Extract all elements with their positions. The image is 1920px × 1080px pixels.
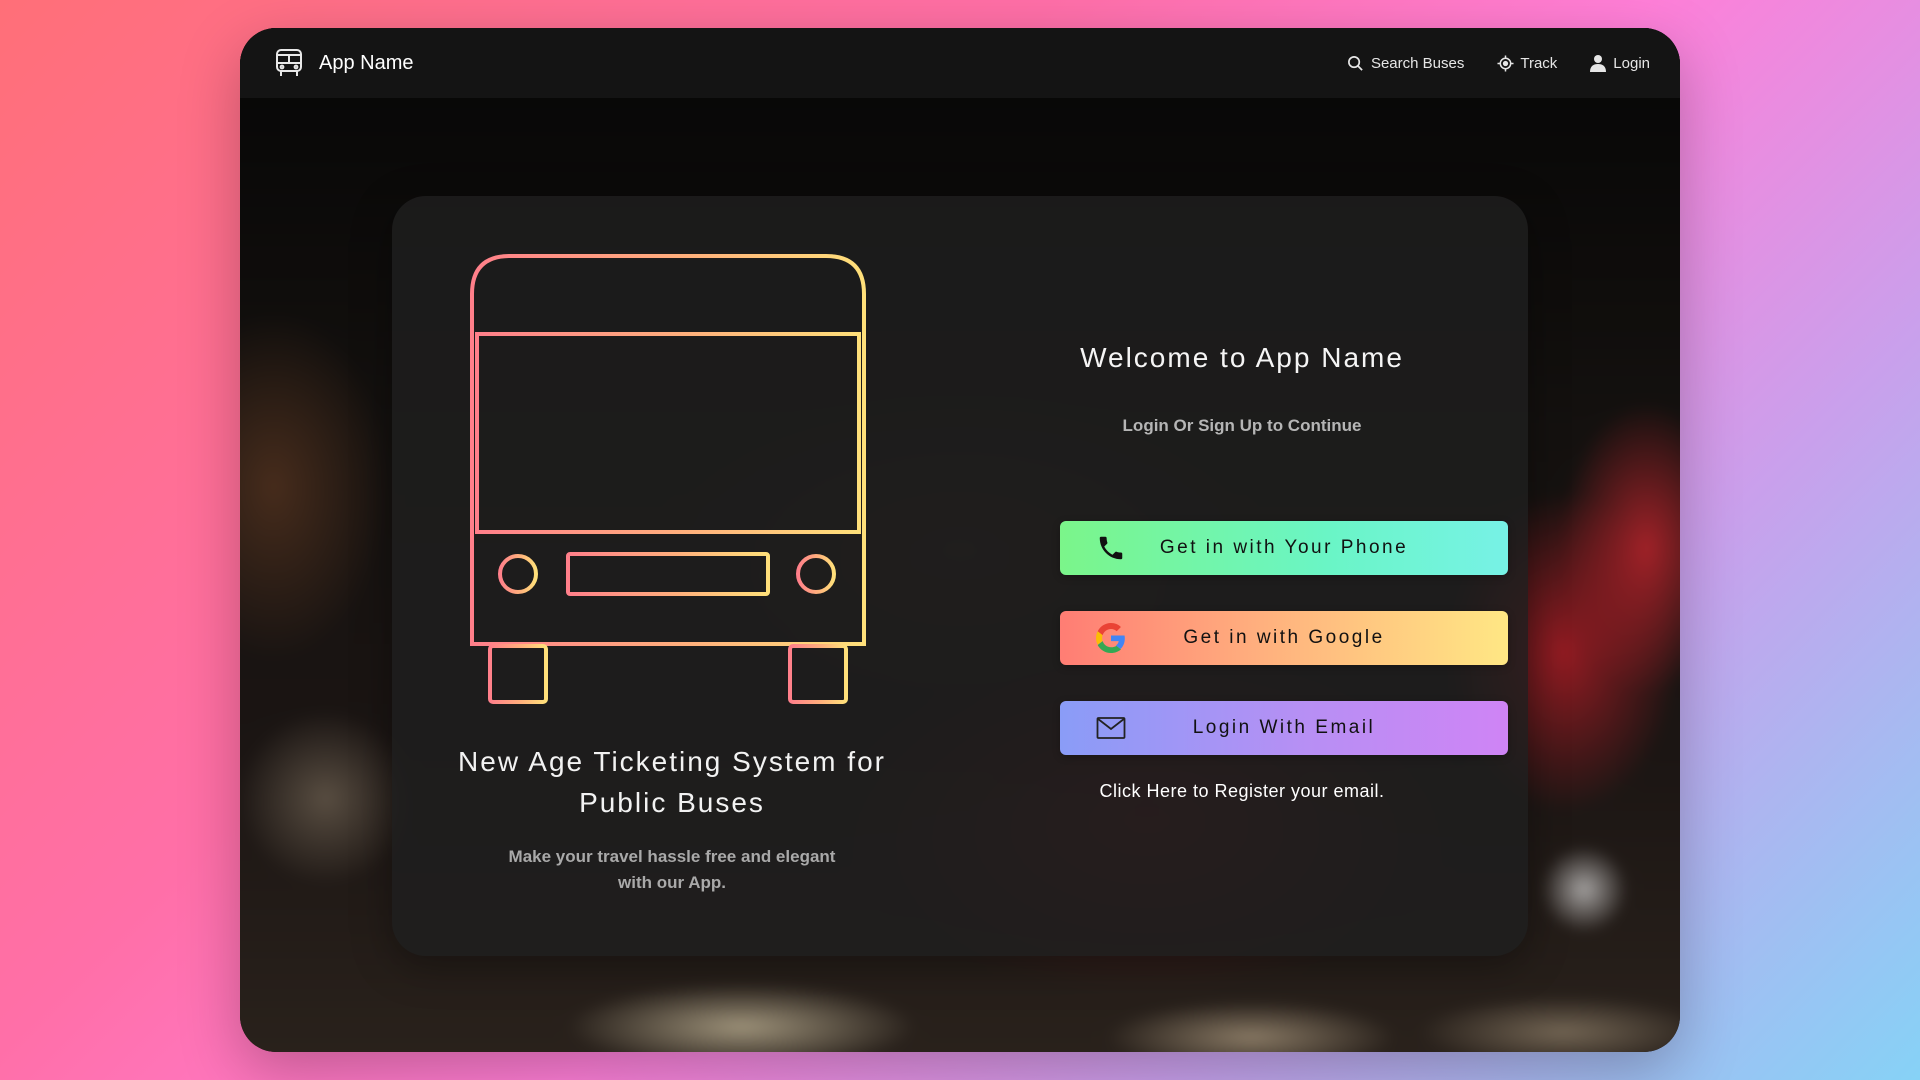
nav-search-buses[interactable]: Search Buses xyxy=(1347,54,1464,72)
nav-links: Search Buses Track Login xyxy=(1347,54,1650,72)
email-login-label: Login With Email xyxy=(1192,717,1376,738)
nav-search-buses-label: Search Buses xyxy=(1370,54,1465,72)
bus-icon xyxy=(273,47,305,79)
nav-track[interactable]: Track xyxy=(1496,54,1557,72)
hero-subtitle: Make your travel hassle free and elegant… xyxy=(508,847,836,892)
app-window: App Name Search Buses Track Login New Ag… xyxy=(240,28,1680,1052)
nav-login[interactable]: Login xyxy=(1589,54,1650,72)
phone-icon xyxy=(1096,533,1126,563)
phone-login-label: Get in with Your Phone xyxy=(1159,537,1409,558)
location-target-icon xyxy=(1496,54,1514,72)
phone-login-button[interactable]: Get in with Your Phone xyxy=(1060,521,1508,575)
nav-login-label: Login xyxy=(1613,54,1650,72)
google-icon xyxy=(1096,623,1126,653)
nav-track-label: Track xyxy=(1520,54,1558,72)
bus-front-illustration xyxy=(470,254,866,704)
welcome-subtitle: Login Or Sign Up to Continue xyxy=(1122,416,1362,435)
login-card: New Age Ticketing System for Public Buse… xyxy=(392,196,1528,956)
mail-icon xyxy=(1096,713,1126,743)
google-login-button[interactable]: Get in with Google xyxy=(1060,611,1508,665)
search-icon xyxy=(1347,54,1365,72)
top-navbar: App Name Search Buses Track Login xyxy=(240,28,1680,98)
email-login-button[interactable]: Login With Email xyxy=(1060,701,1508,755)
hero-tagline: New Age Ticketing System for Public Buse… xyxy=(458,746,886,818)
brand[interactable]: App Name xyxy=(273,47,414,79)
register-email-link[interactable]: Click Here to Register your email. xyxy=(1012,781,1472,802)
user-icon xyxy=(1589,54,1607,72)
google-login-label: Get in with Google xyxy=(1183,627,1385,648)
welcome-title: Welcome to App Name xyxy=(1080,342,1404,373)
app-name: App Name xyxy=(319,51,414,74)
